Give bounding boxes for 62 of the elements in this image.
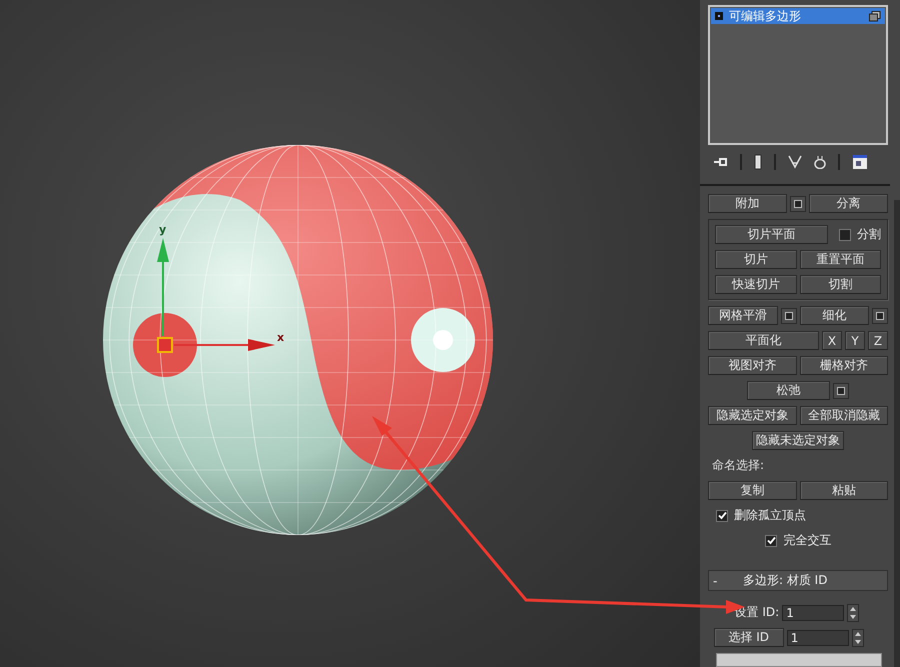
pin-icon[interactable] [714,156,728,168]
checkbox-label: 删除孤立顶点 [734,507,806,524]
tool-button[interactable]: 切片平面 [715,225,828,244]
check-icon [766,536,776,546]
checkbox[interactable] [716,510,728,522]
spinner[interactable] [852,628,864,647]
tool-button[interactable]: 切片 [715,250,796,270]
window-icon [784,312,792,320]
collapse-symbol: - [712,574,718,588]
tool-button[interactable]: 视图对齐 [708,356,796,376]
set-id-field[interactable]: 1 [782,604,844,621]
gizmo-y-arrow[interactable] [157,238,169,336]
x-axis-label: x [277,331,284,344]
section-label: 命名选择: [711,457,764,474]
tool-button[interactable]: 快速切片 [715,275,796,294]
tool-button[interactable]: 细化 [800,306,869,326]
tool-button[interactable]: 隐藏未选定对象 [752,431,844,450]
tool-button[interactable]: 平面化 [708,331,819,350]
toggle-icon [715,12,723,20]
window-icon [876,312,884,320]
tool-button[interactable]: 附加 [708,194,787,214]
checkbox[interactable] [839,228,851,241]
tool-button[interactable]: 切割 [800,275,881,294]
tool-button[interactable]: 隐藏选定对象 [708,406,796,426]
pivot-square-icon [157,337,173,353]
gizmo-x-arrow[interactable] [174,339,275,351]
y-axis-label: y [159,223,166,236]
configure-icon[interactable] [852,154,868,170]
tool-button[interactable]: 全部取消隐藏 [800,406,888,426]
up-icon [850,606,856,611]
axis-button[interactable]: Y [845,331,865,350]
tool-button[interactable]: 重置平面 [800,250,881,270]
rollout-title: 多边形: 材质 ID [743,572,828,590]
window-icon [836,386,845,395]
settings-button[interactable] [780,308,796,324]
tool-button[interactable]: 分离 [809,194,888,214]
tool-button[interactable]: 网格平滑 [708,306,778,326]
modifier-name: 可编辑多边形 [729,8,802,24]
modifier-item[interactable]: 可编辑多边形 [711,8,885,24]
window-icon [794,200,802,208]
checkbox[interactable] [765,534,778,547]
axis-button[interactable]: X [822,331,842,350]
select-id-field[interactable]: 1 [786,630,849,646]
rollout-header[interactable]: - 多边形: 材质 ID [708,570,888,592]
spinner[interactable] [847,604,860,622]
settings-button[interactable] [832,382,849,399]
cube-stack-icon [869,10,881,22]
settings-button[interactable] [872,308,888,324]
axis-button[interactable]: Z [868,331,888,350]
check-icon [718,511,726,520]
checkbox-label: 分割 [857,226,881,244]
up-icon [854,632,861,636]
tool-button[interactable]: 复制 [708,481,796,500]
checkbox-label: 完全交互 [783,532,832,550]
down-icon [850,614,856,619]
bar-icon[interactable] [754,154,762,170]
tool-button[interactable]: 栅格对齐 [800,356,888,376]
tool-button[interactable]: 松弛 [747,381,830,400]
select-id-button[interactable]: 选择 ID [714,628,784,648]
down-icon [854,640,861,644]
tool-button[interactable]: 粘贴 [800,481,888,500]
settings-button[interactable] [790,196,806,212]
